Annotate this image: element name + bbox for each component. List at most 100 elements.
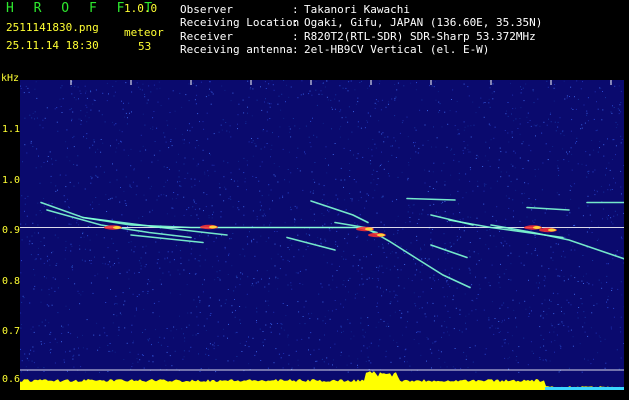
noise-speck [570,147,572,149]
noise-speck [553,100,555,102]
noise-speck [245,306,247,308]
noise-speck [244,177,246,179]
noise-speck [469,347,471,348]
noise-speck [212,266,213,268]
noise-speck [583,104,585,106]
noise-speck [238,168,240,170]
noise-speck [546,80,548,82]
noise-speck [561,310,562,312]
noise-speck [331,310,333,312]
noise-speck [166,120,168,122]
noise-speck [123,304,125,306]
noise-speck [133,169,135,171]
noise-speck [95,166,97,168]
noise-speck [310,354,312,356]
noise-speck [342,330,344,332]
noise-speck [577,98,579,100]
noise-speck [122,292,124,294]
noise-speck [29,302,31,304]
noise-speck [261,161,263,163]
noise-speck [429,204,431,206]
noise-speck [419,213,421,215]
noise-speck [557,275,559,277]
info-label: Observer [180,3,233,16]
noise-speck [409,206,411,208]
noise-speck [516,290,517,292]
noise-speck [317,318,319,320]
noise-speck [88,117,90,119]
noise-speck [400,317,402,319]
noise-speck [523,192,525,194]
noise-speck [444,305,446,307]
noise-speck [345,116,347,118]
noise-speck [167,346,169,347]
noise-speck [393,290,395,292]
noise-speck [489,285,491,287]
noise-speck [528,279,529,281]
noise-speck [401,122,403,124]
noise-speck [453,328,455,330]
noise-speck [467,367,469,368]
noise-speck [183,356,185,358]
noise-speck [621,252,623,254]
noise-speck [86,111,88,113]
noise-speck [283,80,285,81]
noise-speck [373,179,375,181]
noise-speck [41,212,43,214]
noise-speck [397,257,399,259]
noise-speck [594,169,596,171]
noise-speck [294,219,296,221]
noise-speck [195,85,197,87]
noise-speck [181,328,183,330]
noise-speck [362,283,364,285]
noise-speck [160,344,162,346]
noise-speck [225,188,227,190]
noise-speck [516,356,518,357]
noise-speck [554,351,555,353]
noise-speck [570,198,572,200]
noise-speck [389,335,391,337]
noise-speck [237,128,238,130]
noise-speck [567,278,569,280]
noise-speck [470,136,472,138]
noise-speck [196,140,198,141]
noise-speck [408,162,410,163]
noise-speck [528,198,530,199]
noise-speck [278,353,280,355]
noise-speck [95,197,97,198]
noise-speck [80,110,82,112]
y-tick-label: 0.6 [2,374,21,385]
noise-speck [116,147,118,149]
noise-speck [359,259,361,261]
noise-speck [305,125,307,127]
noise-speck [375,326,377,328]
noise-speck [266,130,268,132]
noise-speck [265,311,267,313]
noise-speck [159,150,161,152]
noise-speck [428,170,430,172]
noise-speck [363,296,365,298]
noise-speck [118,262,120,264]
noise-speck [438,212,439,214]
noise-speck [338,213,340,215]
noise-speck [616,214,618,216]
noise-speck [416,223,418,224]
echo-hotspot-core [548,228,556,232]
noise-speck [588,283,590,285]
noise-speck [149,338,151,340]
noise-speck [512,108,514,110]
noise-speck [80,123,82,125]
noise-speck [341,117,343,119]
noise-speck [535,125,537,127]
noise-speck [452,213,454,215]
noise-speck [219,270,221,272]
noise-speck [389,315,391,317]
noise-speck [593,304,595,306]
noise-speck [395,294,397,296]
noise-speck [49,350,51,351]
noise-speck [366,278,368,280]
noise-speck [368,147,369,149]
noise-speck [44,325,46,327]
noise-speck [581,163,583,165]
noise-speck [348,291,349,293]
